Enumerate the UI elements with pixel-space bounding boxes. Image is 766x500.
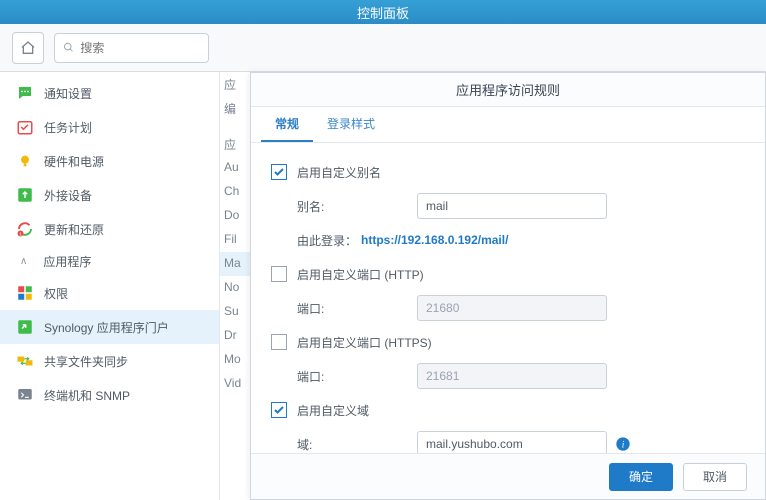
terminal-icon (16, 386, 34, 404)
sidebar-section-label: 应用程序 (43, 253, 91, 270)
dialog-title: 应用程序访问规则 (251, 73, 765, 107)
sync-icon (16, 352, 34, 370)
sidebar-item-label: 硬件和电源 (44, 153, 104, 170)
window-titlebar: 控制面板 (0, 0, 766, 24)
refresh-icon: 1 (16, 220, 34, 238)
tab-general[interactable]: 常规 (261, 107, 313, 142)
label-alias-login: 由此登录： (297, 232, 357, 249)
sidebar-section-apps[interactable]: ∧ 应用程序 (0, 246, 219, 276)
sidebar-item-label: 通知设置 (44, 85, 92, 102)
background-app-list: 应 编 应 Au Ch Do Fil Ma No Su Dr Mo Vid (220, 72, 250, 500)
sidebar-item-label: 外接设备 (44, 187, 92, 204)
sidebar-item-scheduler[interactable]: 任务计划 (0, 110, 219, 144)
content-area: 应 编 应 Au Ch Do Fil Ma No Su Dr Mo Vid 应用… (220, 72, 766, 500)
window-title: 控制面板 (357, 3, 409, 22)
sidebar-item-label: Synology 应用程序门户 (44, 319, 169, 336)
label-https-port: 端口: (297, 368, 417, 385)
comment-icon (16, 84, 34, 102)
dialog-tabs: 常规 登录样式 (251, 107, 765, 143)
search-icon (63, 41, 74, 54)
info-icon[interactable]: i (615, 436, 631, 452)
label-http-port: 端口: (297, 300, 417, 317)
sidebar-item-label: 更新和还原 (44, 221, 104, 238)
label-alias: 别名: (297, 198, 417, 215)
sidebar-item-app-portal[interactable]: Synology 应用程序门户 (0, 310, 219, 344)
label-enable-domain: 启用自定义域 (297, 402, 369, 419)
label-domain: 域: (297, 436, 417, 453)
sidebar-item-label: 任务计划 (44, 119, 92, 136)
tab-login-style[interactable]: 登录样式 (313, 107, 389, 142)
toolbar (0, 24, 766, 72)
cancel-button[interactable]: 取消 (683, 463, 747, 491)
svg-text:i: i (622, 440, 625, 450)
sidebar: 通知设置 任务计划 硬件和电源 外接设备 1 更新和还原 ∧ 应用程序 权限 (0, 72, 220, 500)
sidebar-item-terminal[interactable]: 终端机和 SNMP (0, 378, 219, 412)
sidebar-item-label: 终端机和 SNMP (44, 387, 130, 404)
input-https-port (417, 363, 607, 389)
label-enable-alias: 启用自定义别名 (297, 164, 381, 181)
sidebar-item-shared-sync[interactable]: 共享文件夹同步 (0, 344, 219, 378)
checkbox-enable-alias[interactable] (271, 164, 287, 180)
home-button[interactable] (12, 32, 44, 64)
sidebar-item-external[interactable]: 外接设备 (0, 178, 219, 212)
input-alias[interactable] (417, 193, 607, 219)
sidebar-item-label: 共享文件夹同步 (44, 353, 128, 370)
home-icon (20, 40, 36, 56)
link-alias-url[interactable]: https://192.168.0.192/mail/ (361, 233, 508, 247)
grid-icon (16, 284, 34, 302)
search-input-wrap[interactable] (54, 33, 209, 63)
checkbox-enable-http[interactable] (271, 266, 287, 282)
sidebar-item-update[interactable]: 1 更新和还原 (0, 212, 219, 246)
label-enable-http: 启用自定义端口 (HTTP) (297, 266, 424, 283)
sidebar-item-label: 权限 (44, 285, 68, 302)
portal-icon (16, 318, 34, 336)
dialog-app-access-rules: 应用程序访问规则 常规 登录样式 启用自定义别名 别名: 由此登录： https… (250, 72, 766, 500)
sidebar-item-notification[interactable]: 通知设置 (0, 76, 219, 110)
calendar-check-icon (16, 118, 34, 136)
ok-button[interactable]: 确定 (609, 463, 673, 491)
dialog-form: 启用自定义别名 别名: 由此登录： https://192.168.0.192/… (251, 143, 765, 453)
checkbox-enable-https[interactable] (271, 334, 287, 350)
input-http-port (417, 295, 607, 321)
search-input[interactable] (80, 41, 200, 55)
upload-icon (16, 186, 34, 204)
label-enable-https: 启用自定义端口 (HTTPS) (297, 334, 432, 351)
checkbox-enable-domain[interactable] (271, 402, 287, 418)
dialog-buttons: 确定 取消 (251, 453, 765, 499)
input-domain[interactable] (417, 431, 607, 453)
chevron-up-icon: ∧ (20, 256, 27, 267)
bulb-icon (16, 152, 34, 170)
sidebar-item-privileges[interactable]: 权限 (0, 276, 219, 310)
sidebar-item-hardware[interactable]: 硬件和电源 (0, 144, 219, 178)
